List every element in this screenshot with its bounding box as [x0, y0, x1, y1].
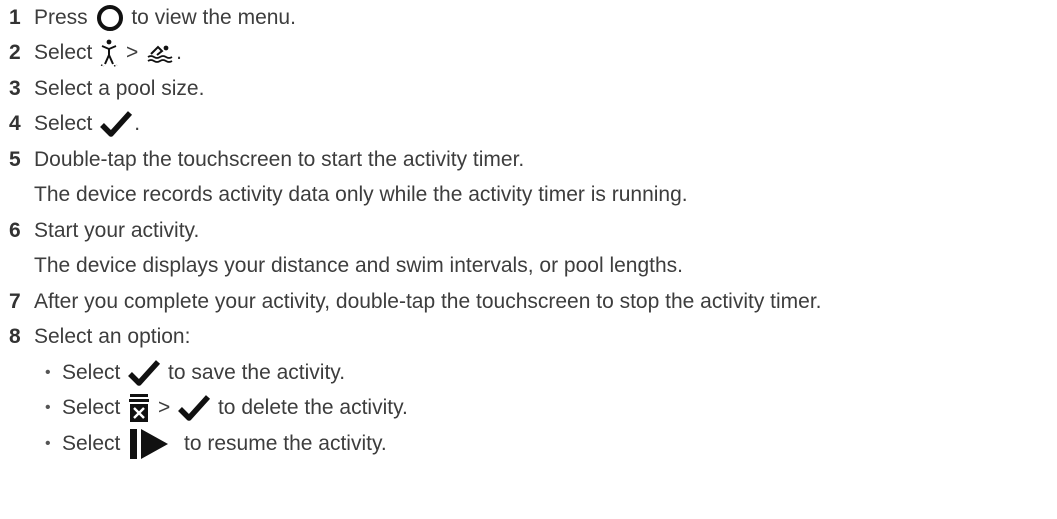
step-item: 3 Select a pool size. — [0, 71, 1057, 107]
step-text: After you complete your activity, double… — [34, 290, 822, 314]
instruction-text: to resume the activity. — [178, 431, 387, 455]
step-text: The device records activity data only wh… — [34, 183, 688, 207]
step-item: 6 Start your activity. — [0, 213, 1057, 249]
circle-button-icon — [96, 4, 124, 32]
step-text: Select a pool size. — [34, 77, 204, 101]
step-number: 5 — [9, 147, 21, 171]
instruction-text: to view the menu. — [125, 5, 296, 29]
instruction-text: > — [152, 396, 177, 420]
option-item: • Select to resume the activity. — [0, 426, 1057, 462]
step-text: Select > . — [34, 39, 182, 67]
step-item: 7 After you complete your activity, doubl… — [0, 284, 1057, 320]
option-text: Select to resume the activity. — [62, 428, 387, 460]
instruction-text: to save the activity. — [162, 360, 346, 384]
step-note: The device displays your distance and sw… — [0, 249, 1057, 285]
step-number: 7 — [9, 289, 21, 313]
instruction-text: Select — [34, 41, 99, 65]
option-item: • Select > to delete the activity. — [0, 391, 1057, 427]
step-number: 8 — [9, 325, 21, 349]
instruction-text: Select a pool size. — [34, 76, 205, 100]
instruction-text: . — [176, 41, 182, 65]
option-text: Select to save the activity. — [62, 359, 345, 387]
step-number: 1 — [9, 5, 21, 29]
checkmark-icon — [178, 394, 211, 422]
step-note: The device records activity data only wh… — [0, 178, 1057, 214]
step-item: 1 Press to view the menu. — [0, 0, 1057, 36]
trash-discard-icon — [128, 393, 150, 423]
instruction-text: to delete the activity. — [212, 396, 408, 420]
checkmark-icon — [128, 359, 161, 387]
instruction-text: Select — [62, 360, 127, 384]
step-text: The device displays your distance and sw… — [34, 254, 683, 278]
resume-play-icon — [128, 428, 176, 460]
instruction-text: Select — [34, 112, 99, 136]
option-text: Select > to delete the activity. — [62, 393, 408, 423]
step-text: Select an option: — [34, 325, 190, 349]
step-number: 2 — [9, 41, 21, 65]
step-text: Double-tap the touchscreen to start the … — [34, 148, 524, 172]
option-item: • Select to save the activity. — [0, 355, 1057, 391]
checkmark-icon — [100, 110, 133, 138]
step-number: 4 — [9, 112, 21, 136]
instruction-text: . — [134, 112, 141, 136]
step-item: 4 Select . — [0, 107, 1057, 143]
instruction-text: > — [120, 41, 145, 65]
instruction-page: 1 Press to view the menu. 2 Select > . 3 Sele… — [0, 0, 1057, 519]
instruction-text: After you complete your activity, double… — [34, 289, 822, 313]
step-item: 2 Select > . — [0, 36, 1057, 72]
instruction-text: Select — [62, 431, 127, 455]
step-number: 3 — [9, 76, 21, 100]
step-text: Press to view the menu. — [34, 4, 296, 32]
step-list: 1 Press to view the menu. 2 Select > . 3 Sele… — [0, 0, 1057, 462]
pool-swim-icon — [146, 42, 174, 64]
instruction-text: Press — [34, 5, 94, 29]
bullet-marker: • — [45, 363, 51, 381]
instruction-text: Start your activity. — [34, 218, 200, 242]
instruction-text: Double-tap the touchscreen to start the … — [34, 147, 525, 171]
step-number: 6 — [9, 218, 21, 242]
instruction-text: The device records activity data only wh… — [34, 183, 688, 207]
step-text: Select . — [34, 110, 140, 138]
step-text: Start your activity. — [34, 219, 199, 243]
step-item: 8 Select an option: — [0, 320, 1057, 356]
instruction-text: Select an option: — [34, 325, 191, 349]
activity-person-icon — [100, 39, 118, 67]
bullet-marker: • — [45, 399, 51, 417]
bullet-marker: • — [45, 434, 51, 452]
instruction-text: Select — [62, 396, 127, 420]
instruction-text: The device displays your distance and sw… — [34, 254, 683, 278]
step-item: 5 Double-tap the touchscreen to start the… — [0, 142, 1057, 178]
